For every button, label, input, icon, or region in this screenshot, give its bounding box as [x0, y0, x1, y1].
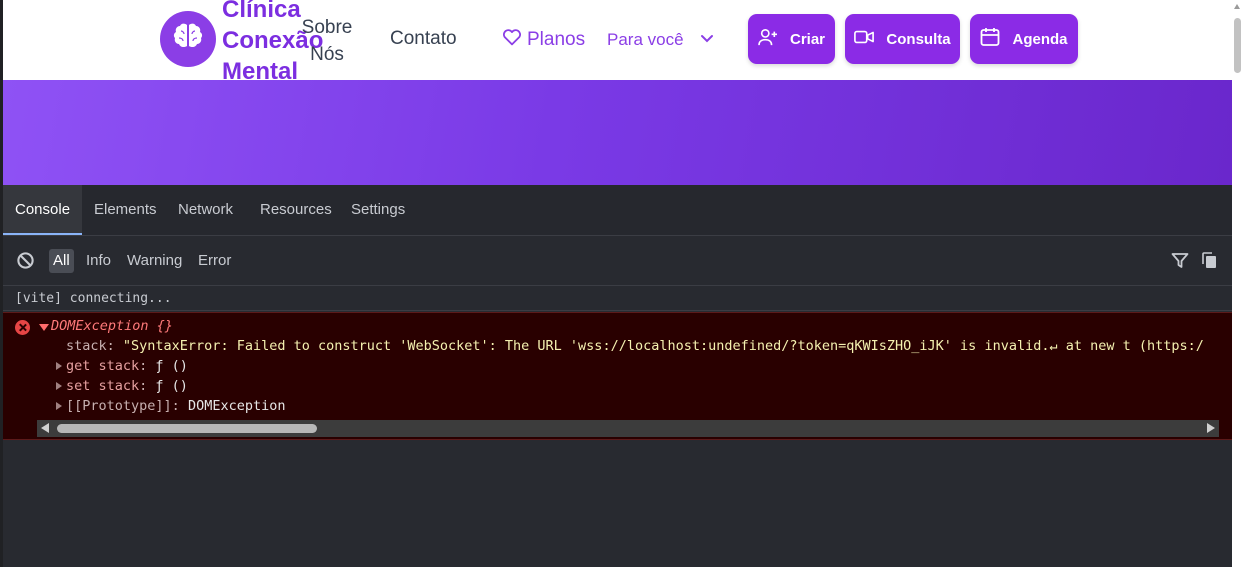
hero-banner	[0, 80, 1232, 185]
window-left-edge	[0, 0, 3, 567]
tab-elements[interactable]: Elements	[82, 185, 169, 235]
tab-settings[interactable]: Settings	[339, 185, 417, 235]
set-stack-key: set stack	[66, 378, 140, 394]
nav-dropdown-para-voce[interactable]: Para você	[607, 30, 684, 50]
copy-icon[interactable]	[1202, 252, 1217, 274]
nav-link-planos[interactable]: Planos	[502, 28, 585, 52]
tab-console[interactable]: Console	[3, 185, 83, 235]
agenda-button[interactable]: Agenda	[970, 14, 1078, 64]
calendar-icon	[980, 27, 1000, 51]
error-title[interactable]: DOMException {}	[51, 318, 173, 334]
agenda-label: Agenda	[1012, 30, 1068, 48]
error-icon	[15, 320, 30, 335]
stack-line: stack: "SyntaxError: Failed to construct…	[66, 338, 1204, 354]
nav-link-contato[interactable]: Contato	[390, 28, 457, 50]
website-page: Clínica Conexão Mental Sobre Nós Contato…	[0, 0, 1232, 185]
criar-button[interactable]: Criar	[748, 14, 835, 64]
consulta-label: Consulta	[886, 30, 951, 48]
collapse-triangle-icon[interactable]	[56, 402, 62, 410]
collapse-triangle-icon[interactable]	[56, 382, 62, 390]
page-scrollbar[interactable]	[1232, 0, 1242, 567]
devtools-tabbar: Console Elements Network Resources Setti…	[0, 185, 1232, 236]
user-plus-icon	[758, 28, 778, 50]
get-stack-key: get stack	[66, 358, 140, 374]
horizontal-scrollbar[interactable]	[37, 420, 1219, 437]
nav-link-sobre[interactable]: Sobre Nós	[297, 14, 357, 68]
collapse-triangle-icon[interactable]	[56, 362, 62, 370]
heart-icon	[502, 28, 522, 52]
tab-network[interactable]: Network	[166, 185, 245, 235]
console-log-vite: [vite] connecting...	[0, 287, 1232, 311]
prototype-value: DOMException	[187, 398, 286, 414]
set-stack-fn: ƒ ()	[155, 378, 188, 394]
scroll-left-arrow-icon[interactable]	[41, 423, 49, 433]
consulta-button[interactable]: Consulta	[845, 14, 960, 64]
scroll-up-arrow-icon[interactable]	[1234, 4, 1240, 9]
criar-label: Criar	[789, 30, 826, 48]
horizontal-scrollbar-thumb[interactable]	[57, 424, 317, 433]
scroll-right-arrow-icon[interactable]	[1207, 423, 1215, 433]
site-header: Clínica Conexão Mental Sobre Nós Contato…	[0, 0, 1232, 85]
get-stack-fn: ƒ ()	[155, 358, 188, 374]
page-scrollbar-thumb[interactable]	[1234, 18, 1241, 73]
chevron-down-icon[interactable]	[699, 30, 715, 51]
stack-key: stack	[66, 338, 107, 354]
devtools-panel: Console Elements Network Resources Setti…	[0, 185, 1232, 567]
prototype-line[interactable]: [[Prototype]]: DOMException	[66, 398, 285, 414]
logo[interactable]	[160, 11, 216, 67]
set-stack-line[interactable]: set stack: ƒ ()	[66, 378, 188, 394]
console-filter-bar: All Info Warning Error	[0, 236, 1232, 286]
video-icon	[854, 30, 875, 48]
expand-triangle-icon[interactable]	[39, 324, 49, 331]
tab-resources[interactable]: Resources	[248, 185, 344, 235]
brain-icon	[171, 22, 205, 57]
nav-planos-label: Planos	[527, 29, 586, 50]
filter-funnel-icon[interactable]	[1171, 252, 1189, 275]
filter-warning[interactable]: Warning	[123, 249, 186, 273]
filter-all[interactable]: All	[49, 249, 74, 273]
stack-value: "SyntaxError: Failed to construct 'WebSo…	[122, 338, 1204, 354]
get-stack-line[interactable]: get stack: ƒ ()	[66, 358, 188, 374]
filter-error[interactable]: Error	[194, 249, 235, 273]
console-error-entry: DOMException {} stack: "SyntaxError: Fai…	[0, 312, 1232, 440]
clear-console-icon[interactable]	[16, 251, 35, 275]
filter-info[interactable]: Info	[82, 249, 115, 273]
prototype-key: [[Prototype]]	[66, 398, 172, 414]
